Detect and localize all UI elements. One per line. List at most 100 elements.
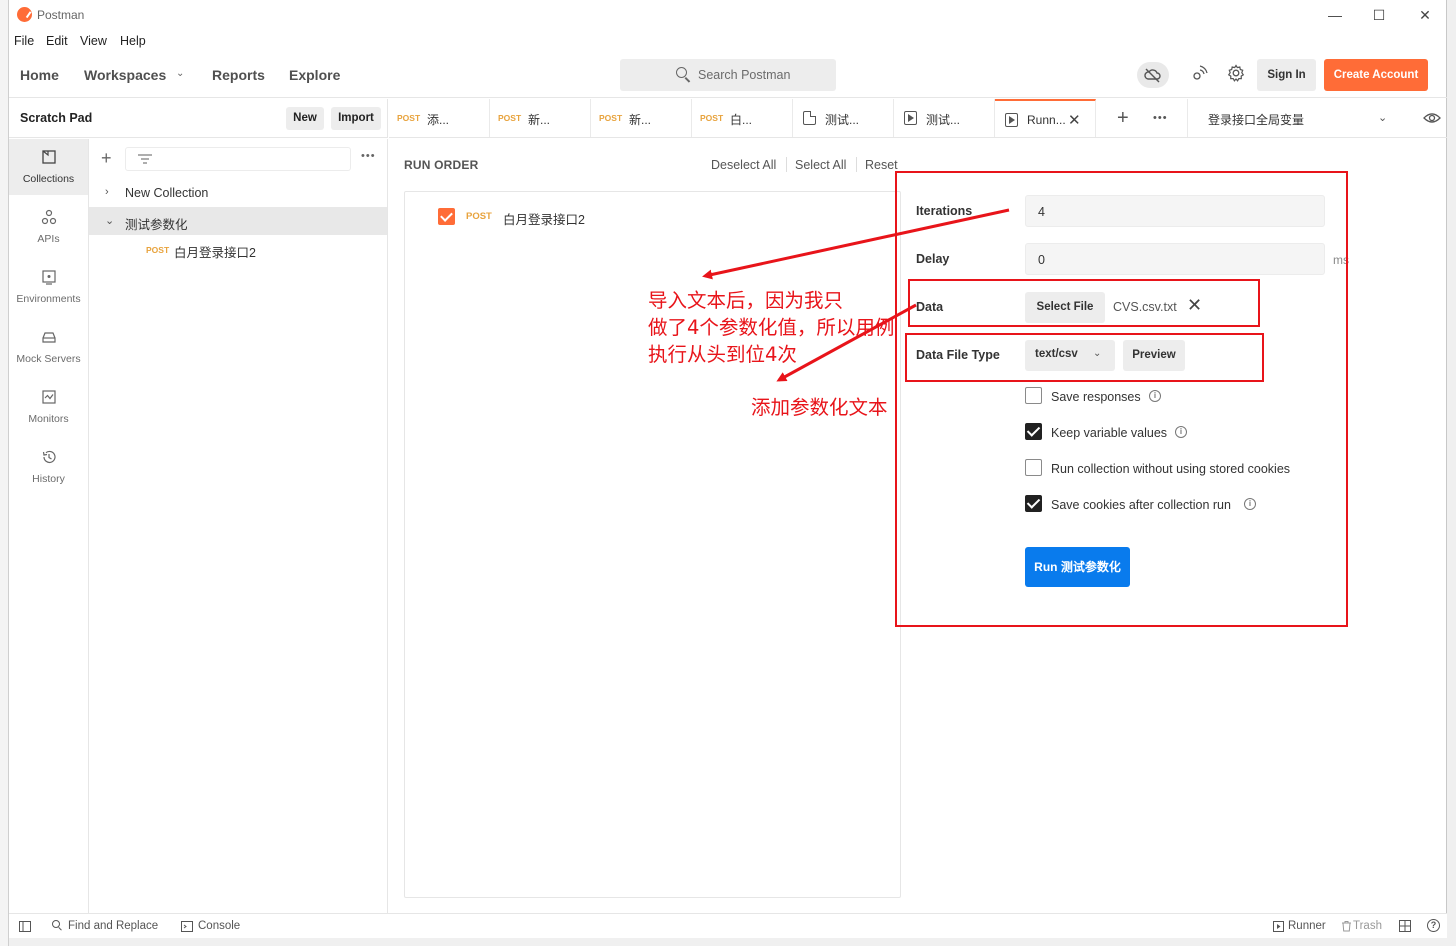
filter-input[interactable] (125, 147, 351, 171)
new-tab-icon[interactable]: + (1117, 107, 1129, 130)
sidebar-item-label: Mock Servers (16, 353, 81, 365)
divider (856, 157, 857, 172)
import-button[interactable]: Import (331, 107, 381, 130)
tab-bar: POST 添... POST 新... POST 新... POST 白... … (389, 99, 1447, 138)
request-checkbox[interactable] (438, 208, 455, 225)
top-navigation: Home Workspaces ⌄ Reports Explore Search… (9, 52, 1447, 98)
tab-request[interactable]: POST 新... (591, 99, 692, 137)
plus-icon[interactable]: + (101, 149, 112, 167)
tab-method: POST (498, 113, 522, 123)
tab-collection[interactable]: 测试... (793, 99, 894, 137)
deselect-all-link[interactable]: Deselect All (711, 158, 776, 172)
nav-reports[interactable]: Reports (212, 67, 265, 83)
cloud-off-icon (1144, 68, 1161, 83)
sidebar-item-label: History (32, 473, 65, 485)
window-title: Postman (37, 8, 85, 22)
tab-request[interactable]: POST 添... (389, 99, 490, 137)
annotation-note-line1: 导入文本后，因为我只 (648, 289, 844, 312)
chevron-down-icon[interactable]: ⌄ (176, 68, 184, 79)
sidebar-icon-rail: Collections APIs Environments Mock Serve… (9, 139, 89, 913)
environment-name: 登录接口全局变量 (1208, 113, 1305, 127)
sidebar-item-mock-servers[interactable]: Mock Servers (9, 319, 88, 375)
run-order-label: RUN ORDER (404, 158, 479, 172)
minimize-icon[interactable]: — (1320, 5, 1350, 25)
reset-link[interactable]: Reset (865, 158, 898, 172)
tab-method: POST (599, 113, 623, 123)
tab-title: 测试... (926, 113, 961, 127)
tab-request[interactable]: POST 新... (490, 99, 591, 137)
monitors-icon (42, 390, 56, 404)
workspace-name: Scratch Pad (20, 111, 93, 125)
menu-view[interactable]: View (80, 34, 107, 48)
sign-in-button[interactable]: Sign In (1257, 59, 1316, 91)
search-input[interactable]: Search Postman (620, 59, 836, 91)
toggle-sidebar-icon[interactable] (19, 921, 31, 932)
create-account-button[interactable]: Create Account (1324, 59, 1428, 91)
menu-help[interactable]: Help (120, 34, 146, 48)
maximize-icon[interactable]: ☐ (1364, 5, 1394, 25)
collection-name: 测试参数化 (125, 218, 188, 232)
runner-icon (1273, 921, 1284, 932)
environments-icon (42, 270, 56, 285)
tab-runner[interactable]: 测试... (894, 99, 995, 137)
nav-workspaces[interactable]: Workspaces (84, 67, 166, 83)
tree-item-request[interactable]: POST 白月登录接口2 (89, 235, 387, 263)
sidebar-item-label: Monitors (28, 413, 69, 425)
tab-title: Runn... (1027, 113, 1066, 127)
title-bar: Postman — ☐ ✕ (9, 0, 1447, 30)
more-tabs-icon[interactable]: ••• (1153, 112, 1168, 124)
sidebar-item-collections[interactable]: Collections (9, 139, 88, 195)
new-button[interactable]: New (286, 107, 324, 130)
trash-button[interactable]: Trash (1353, 920, 1382, 932)
postman-window: Postman — ☐ ✕ File Edit View Help Home W… (9, 0, 1447, 938)
chevron-down-icon: ⌄ (1378, 112, 1388, 124)
environment-select[interactable]: 登录接口全局变量 ⌄ (1187, 99, 1407, 137)
sidebar-item-history[interactable]: History (9, 439, 88, 495)
menu-bar: File Edit View Help (9, 30, 1447, 52)
request-method-badge: POST (466, 211, 492, 222)
more-options-icon[interactable]: ••• (361, 150, 376, 162)
tab-request[interactable]: POST 白... (692, 99, 793, 137)
satellite-icon[interactable] (1191, 64, 1209, 82)
runner-button[interactable]: Runner (1288, 920, 1326, 932)
console-button[interactable]: Console (198, 920, 240, 932)
collections-panel: + ••• › New Collection ⌄ 测试参数化 POST 白月登录… (89, 139, 388, 913)
menu-edit[interactable]: Edit (46, 34, 68, 48)
tab-runner-active[interactable]: Runn... ✕ (995, 99, 1096, 137)
nav-explore[interactable]: Explore (289, 67, 340, 83)
request-name: 白月登录接口2 (503, 213, 585, 227)
tab-title: 新... (528, 113, 551, 127)
sidebar-item-label: APIs (37, 233, 60, 245)
help-icon[interactable]: ? (1427, 919, 1440, 932)
tab-title: 白... (730, 113, 753, 127)
tab-method: POST (700, 113, 724, 123)
runner-icon (904, 111, 917, 125)
gear-icon[interactable] (1227, 64, 1245, 82)
collections-icon (42, 150, 56, 164)
request-method-badge: POST (146, 245, 170, 255)
tab-title: 新... (629, 113, 652, 127)
runner-icon (1005, 113, 1018, 127)
nav-home[interactable]: Home (20, 67, 59, 83)
eye-icon[interactable] (1423, 111, 1441, 125)
collection-name: New Collection (125, 186, 209, 200)
tree-item-new-collection[interactable]: › New Collection (89, 179, 387, 207)
two-pane-icon[interactable] (1399, 920, 1411, 932)
sidebar-item-apis[interactable]: APIs (9, 199, 88, 255)
close-window-icon[interactable]: ✕ (1410, 5, 1440, 25)
sidebar-item-environments[interactable]: Environments (9, 259, 88, 315)
sync-status-button[interactable] (1137, 62, 1169, 88)
console-icon (181, 921, 193, 932)
annotation-note-line2: 做了4个参数化值，所以用例 (648, 316, 895, 339)
chevron-right-icon: › (105, 186, 109, 198)
close-tab-icon[interactable]: ✕ (1068, 111, 1081, 129)
select-all-link[interactable]: Select All (795, 158, 846, 172)
tree-item-test-collection[interactable]: ⌄ 测试参数化 (89, 207, 387, 235)
search-placeholder: Search Postman (698, 68, 791, 82)
find-and-replace-button[interactable]: Find and Replace (68, 920, 158, 932)
sidebar-item-monitors[interactable]: Monitors (9, 379, 88, 435)
menu-file[interactable]: File (14, 34, 34, 48)
status-bar: Find and Replace Console Runner Trash ? (9, 913, 1447, 938)
postman-logo-icon (17, 7, 32, 22)
divider (786, 157, 787, 172)
